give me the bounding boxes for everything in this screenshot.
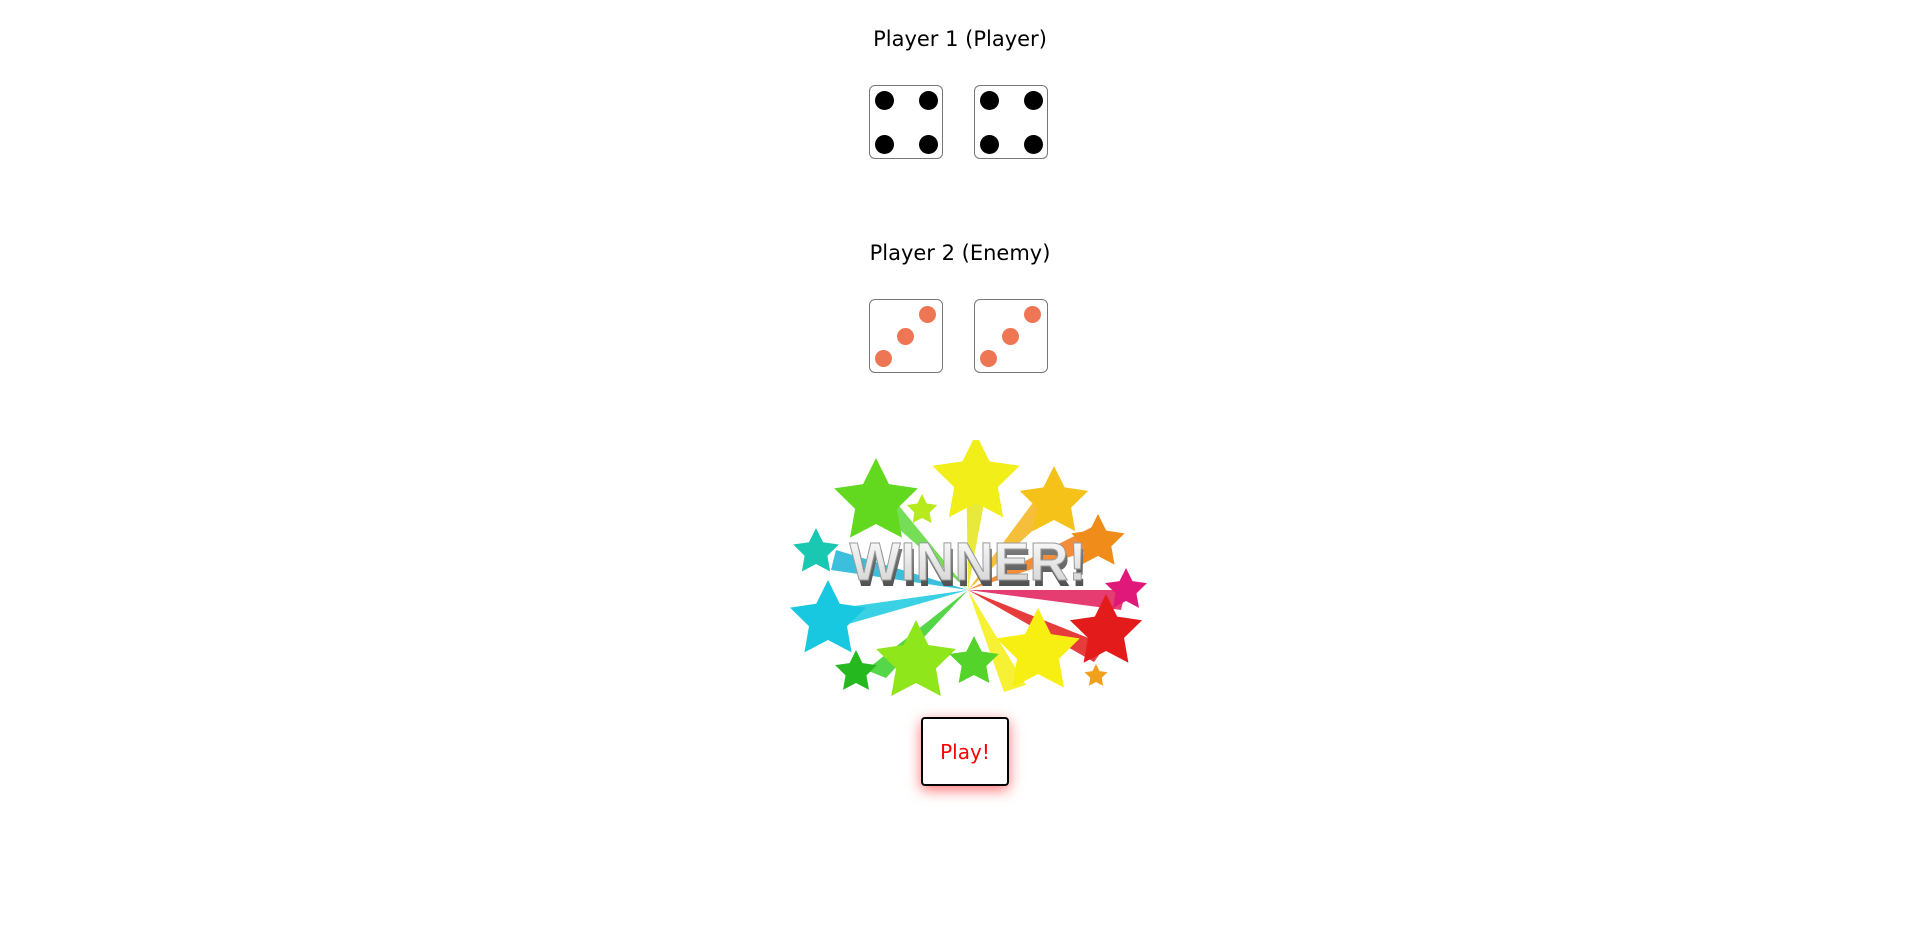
winner-banner-image: WINNER! WINNER! xyxy=(790,440,1147,697)
die-pip xyxy=(919,91,938,110)
die-pip xyxy=(980,91,999,110)
die-pip xyxy=(919,135,938,154)
player2-title: Player 2 (Enemy) xyxy=(869,241,1051,265)
die-pip xyxy=(980,135,999,154)
die-pip xyxy=(919,306,936,323)
player1-dice xyxy=(0,85,1920,161)
die-pip xyxy=(875,135,894,154)
player1-die-1 xyxy=(869,85,943,159)
player2-dice xyxy=(0,299,1920,375)
dice-game: Player 1 (Player) Player 2 (Enemy) WINNE… xyxy=(0,0,1920,940)
die-pip xyxy=(1024,135,1043,154)
die-pip xyxy=(875,91,894,110)
winner-text: WINNER! xyxy=(850,532,1087,592)
die-pip xyxy=(897,328,914,345)
play-button[interactable]: Play! xyxy=(921,717,1009,786)
die-pip xyxy=(1002,328,1019,345)
player1-die-2 xyxy=(974,85,1048,159)
die-pip xyxy=(1024,91,1043,110)
player2-die-2 xyxy=(974,299,1048,373)
die-pip xyxy=(875,350,892,367)
player1-title: Player 1 (Player) xyxy=(873,27,1047,51)
die-pip xyxy=(1024,306,1041,323)
die-pip xyxy=(980,350,997,367)
player2-die-1 xyxy=(869,299,943,373)
